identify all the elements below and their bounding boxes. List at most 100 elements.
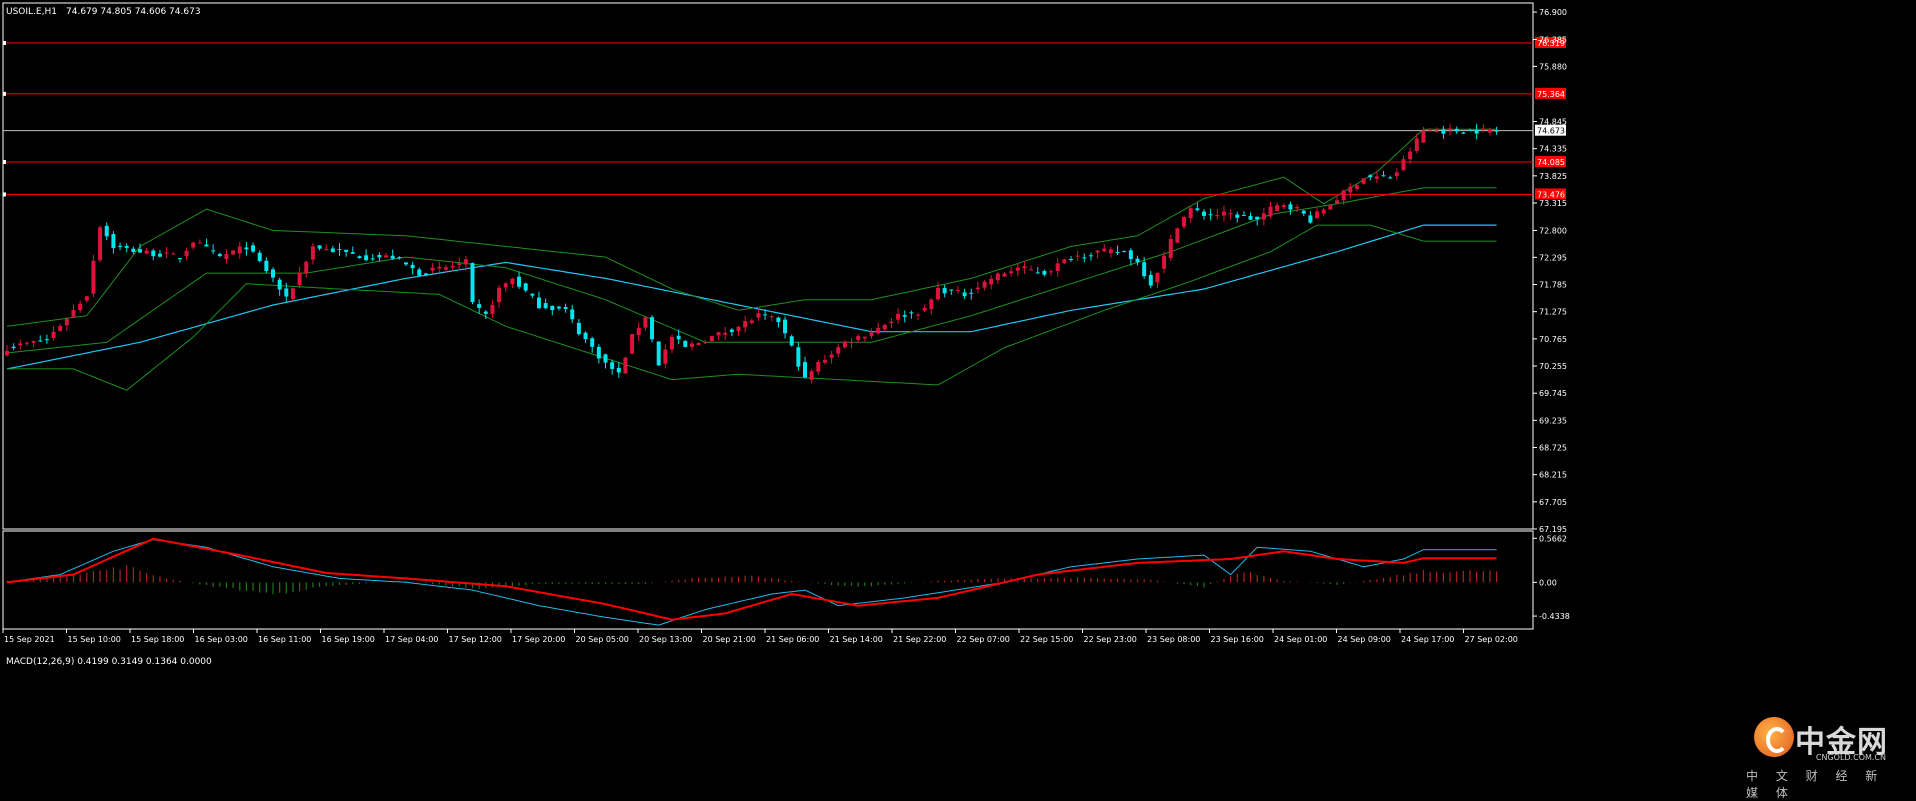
- candle-body: [297, 272, 302, 286]
- price-axis-label: 70.765: [1539, 335, 1567, 344]
- candle-body: [1175, 228, 1180, 243]
- candle-body: [916, 314, 921, 316]
- price-axis-label: 76.385: [1539, 35, 1567, 44]
- candle-body: [1315, 211, 1320, 219]
- candle-body: [1474, 129, 1479, 134]
- candle-body: [896, 313, 901, 320]
- candle-body: [1102, 248, 1107, 252]
- watermark: 中金网 CNGOLD.COM.CN 中 文 财 经 新 媒 体: [1746, 713, 1906, 800]
- candle-body: [184, 250, 189, 257]
- candle-body: [1414, 138, 1419, 151]
- candle-body: [995, 273, 1000, 281]
- candle-body: [1235, 214, 1240, 218]
- candle-body: [58, 326, 63, 331]
- candle-body: [497, 287, 502, 303]
- candle-body: [736, 326, 741, 331]
- candle[interactable]: [98, 225, 103, 263]
- candle[interactable]: [623, 356, 628, 375]
- candle-body: [756, 313, 761, 318]
- candle-body: [1335, 200, 1339, 204]
- candle[interactable]: [91, 254, 96, 297]
- chart-background: [0, 0, 1916, 791]
- candle-body: [1009, 271, 1014, 274]
- level-line-handle-3[interactable]: [3, 192, 6, 197]
- candle[interactable]: [683, 339, 688, 348]
- level-line-handle-2[interactable]: [3, 159, 6, 164]
- candle-body: [1434, 130, 1439, 133]
- candle-body: [510, 278, 515, 285]
- candle-body: [709, 336, 714, 342]
- candle-body: [716, 332, 721, 336]
- candle-body: [576, 322, 581, 335]
- candle-body: [942, 288, 947, 294]
- candle-body: [1368, 175, 1373, 178]
- candle-body: [284, 288, 289, 297]
- candle-body: [1341, 190, 1346, 201]
- candle[interactable]: [709, 335, 714, 342]
- candle-body: [1035, 272, 1040, 274]
- candle-body: [271, 269, 275, 278]
- candle-body: [417, 269, 422, 276]
- candle-body: [1049, 271, 1054, 273]
- candle-body: [384, 255, 389, 258]
- candle-body: [1128, 250, 1133, 260]
- candle-body: [663, 349, 668, 364]
- level-line-handle-1[interactable]: [3, 91, 6, 96]
- candle-body: [1394, 172, 1399, 176]
- candle-body: [144, 250, 149, 254]
- candle-body: [1348, 186, 1353, 193]
- chart-canvas[interactable]: 76.31975.36474.08573.47674.673 76.90076.…: [0, 0, 1916, 791]
- time-axis-label: 22 Sep 07:00: [957, 635, 1010, 644]
- candle-body: [244, 247, 249, 250]
- candle-body: [683, 341, 688, 347]
- candle-body: [423, 273, 428, 275]
- candle-body: [217, 254, 222, 256]
- candle[interactable]: [231, 250, 236, 256]
- candle-body: [1288, 204, 1293, 210]
- candle-body: [443, 267, 448, 270]
- price-axis-label: 73.825: [1539, 172, 1567, 181]
- candle-body: [1448, 128, 1453, 130]
- candle[interactable]: [630, 333, 635, 355]
- candle-body: [1055, 263, 1060, 272]
- time-axis-label: 21 Sep 06:00: [766, 635, 819, 644]
- candle-body: [84, 296, 89, 301]
- candle-body: [457, 263, 462, 265]
- candle-body: [849, 342, 854, 344]
- time-axis-label: 24 Sep 17:00: [1401, 635, 1454, 644]
- candle-body: [1421, 130, 1426, 143]
- candle-body: [603, 354, 608, 363]
- candle-body: [157, 253, 162, 257]
- candle-body: [729, 329, 734, 333]
- candle-body: [324, 248, 329, 250]
- candle-body: [31, 340, 36, 343]
- candle[interactable]: [470, 262, 475, 305]
- candle-body: [1308, 215, 1313, 223]
- candle[interactable]: [789, 334, 794, 347]
- candle-body: [1148, 274, 1153, 286]
- candle-body: [543, 303, 548, 309]
- candle-body: [5, 350, 9, 356]
- macd-axis-label: -0.4338: [1539, 612, 1570, 621]
- level-line-handle-0[interactable]: [3, 41, 6, 46]
- candle-body: [889, 321, 894, 324]
- candle-body: [989, 278, 994, 285]
- watermark-slogan: 中 文 财 经 新 媒 体: [1746, 769, 1885, 800]
- watermark-site: CNGOLD.COM.CN: [1815, 753, 1886, 762]
- candle-body: [596, 346, 601, 359]
- time-axis-label: 16 Sep 11:00: [258, 635, 311, 644]
- candle-body: [616, 367, 621, 373]
- candle[interactable]: [650, 315, 655, 343]
- candle-body: [177, 257, 182, 259]
- candle-body: [836, 347, 841, 354]
- candle[interactable]: [656, 341, 661, 366]
- candle-body: [1069, 259, 1073, 261]
- candle-body: [656, 341, 661, 366]
- candle-body: [783, 319, 788, 334]
- price-axis-label: 76.900: [1539, 8, 1567, 17]
- candle-body: [330, 248, 335, 253]
- candle[interactable]: [1361, 178, 1366, 185]
- candle-body: [1321, 209, 1326, 214]
- candle-body: [350, 252, 355, 254]
- candle[interactable]: [1175, 227, 1180, 244]
